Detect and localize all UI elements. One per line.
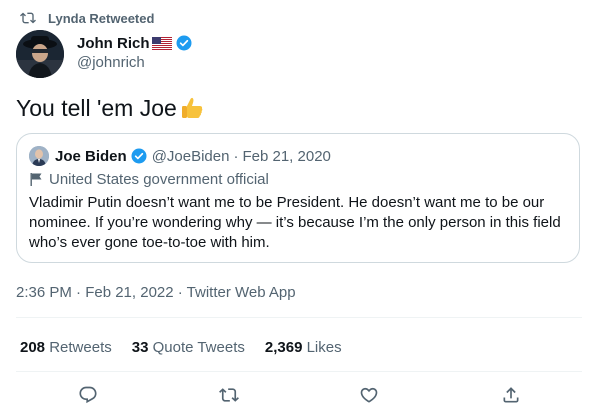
reply-button[interactable] xyxy=(77,384,99,406)
quoted-author-handle[interactable]: @JoeBiden xyxy=(152,148,230,165)
retweet-header[interactable]: Lynda Retweeted xyxy=(20,9,154,27)
quoted-tweet-header: Joe Biden @JoeBiden · Feb 21, 2020 xyxy=(29,146,331,166)
likes-stat[interactable]: 2,369 Likes xyxy=(265,339,342,356)
retweet-label: Lynda Retweeted xyxy=(48,10,155,26)
divider xyxy=(16,317,582,318)
share-icon xyxy=(503,387,519,403)
quoted-tweet-card[interactable]: Joe Biden @JoeBiden · Feb 21, 2020 Unite… xyxy=(16,133,580,263)
author-name-row[interactable]: John Rich xyxy=(77,33,193,53)
author-handle[interactable]: @johnrich xyxy=(77,54,145,71)
tweet-timestamp[interactable]: 2:36 PM · Feb 21, 2022 · Twitter Web App xyxy=(16,284,296,301)
quote-tweets-label: Quote Tweets xyxy=(152,338,245,356)
quoted-author-name[interactable]: Joe Biden xyxy=(55,148,127,165)
reply-icon xyxy=(79,386,97,404)
author-avatar[interactable] xyxy=(16,30,64,78)
thumbs-up-emoji xyxy=(181,97,203,118)
retweet-button[interactable] xyxy=(218,384,240,406)
quoted-tweet-date[interactable]: Feb 21, 2020 xyxy=(242,148,330,165)
retweets-stat[interactable]: 208 Retweets xyxy=(20,339,112,356)
quote-tweets-stat[interactable]: 33 Quote Tweets xyxy=(132,339,245,356)
tweet-text: You tell 'em Joe xyxy=(16,94,205,122)
engagement-stats: 208 Retweets 33 Quote Tweets 2,369 Likes xyxy=(20,338,362,356)
meta-separator: · xyxy=(233,147,239,165)
government-flag-icon xyxy=(30,173,42,186)
us-flag-icon xyxy=(151,36,172,50)
government-label[interactable]: United States government official xyxy=(29,170,269,188)
retweets-count: 208 xyxy=(20,338,46,356)
divider xyxy=(16,371,582,372)
author-name[interactable]: John Rich xyxy=(77,35,150,52)
retweet-icon xyxy=(20,12,36,24)
likes-count: 2,369 xyxy=(264,338,303,356)
quoted-tweet-body: Vladimir Putin doesn’t want me to be Pre… xyxy=(29,194,561,251)
quoted-author-avatar[interactable] xyxy=(29,146,49,166)
tweet-text-content: You tell 'em Joe xyxy=(16,95,177,121)
avatar-image xyxy=(16,30,64,78)
retweets-label: Retweets xyxy=(49,338,112,356)
likes-label: Likes xyxy=(306,338,342,356)
like-icon xyxy=(360,387,378,403)
verified-badge-icon xyxy=(131,148,147,164)
share-button[interactable] xyxy=(500,384,522,406)
like-button[interactable] xyxy=(358,384,380,406)
government-label-text: United States government official xyxy=(49,170,269,188)
quoted-avatar-image xyxy=(29,146,49,166)
verified-badge-icon xyxy=(176,35,192,51)
quote-tweets-count: 33 xyxy=(131,338,149,356)
retweet-icon xyxy=(219,388,239,402)
